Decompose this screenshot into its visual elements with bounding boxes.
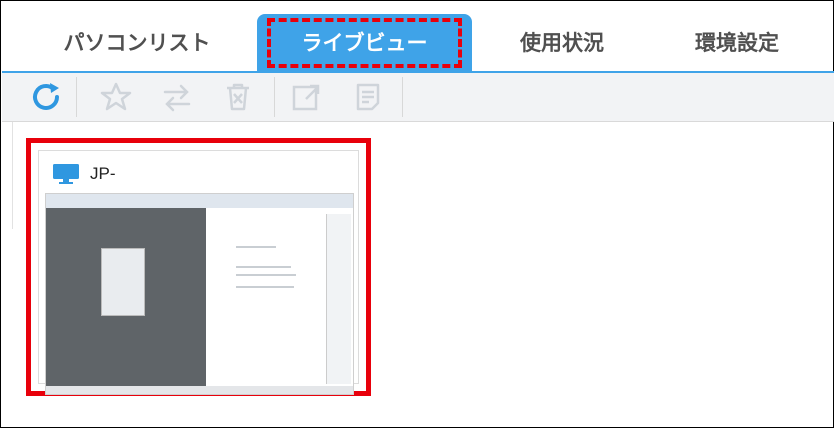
tab-settings-label: 環境設定 <box>695 31 779 55</box>
toolbar-separator <box>274 77 275 117</box>
expand-icon <box>292 84 320 111</box>
thumbnail-text-line <box>236 274 296 276</box>
thumbnail-titlebar <box>46 194 353 208</box>
thumbnail-text-line <box>236 286 294 288</box>
star-icon <box>100 82 132 111</box>
thumbnail-text-line <box>236 246 276 248</box>
toolbar-separator <box>402 77 403 117</box>
favorite-button[interactable] <box>94 77 138 117</box>
tab-usage-label: 使用状況 <box>520 31 604 55</box>
refresh-icon <box>33 83 59 110</box>
delete-icon <box>227 83 249 111</box>
monitor-icon <box>53 164 79 184</box>
tab-bar: パソコンリスト ライブビュー 使用状況 環境設定 <box>2 2 834 72</box>
pc-name: JP- <box>90 164 116 183</box>
tab-live-view[interactable]: ライブビュー <box>257 14 472 72</box>
thumbnail-dialog <box>101 248 145 316</box>
tab-settings[interactable]: 環境設定 <box>662 14 812 72</box>
transfer-button[interactable] <box>155 77 199 117</box>
tab-pc-list-label: パソコンリスト <box>63 31 211 55</box>
app-window: パソコンリスト ライブビュー 使用状況 環境設定 JP- <box>0 0 834 428</box>
tab-pc-list[interactable]: パソコンリスト <box>42 14 232 72</box>
thumbnail-document <box>206 208 326 386</box>
thumbnail-text-line <box>236 266 291 268</box>
expand-button[interactable] <box>284 77 328 117</box>
thumbnail-taskbar <box>46 386 353 394</box>
pc-card[interactable]: JP- <box>26 138 371 396</box>
refresh-button[interactable] <box>24 77 68 117</box>
toolbar <box>2 73 834 122</box>
pc-card-inner: JP- <box>38 150 359 395</box>
tab-usage[interactable]: 使用状況 <box>492 14 632 72</box>
pc-card-header: JP- <box>52 161 116 187</box>
tab-live-view-label: ライブビュー <box>301 31 428 55</box>
notes-icon <box>356 83 380 111</box>
transfer-icon <box>163 84 191 112</box>
sidebar-divider <box>2 122 13 229</box>
toolbar-separator <box>76 77 77 117</box>
screen-thumbnail[interactable] <box>45 193 354 395</box>
delete-button[interactable] <box>216 77 260 117</box>
notes-button[interactable] <box>346 77 390 117</box>
thumbnail-right-pane <box>326 214 351 384</box>
